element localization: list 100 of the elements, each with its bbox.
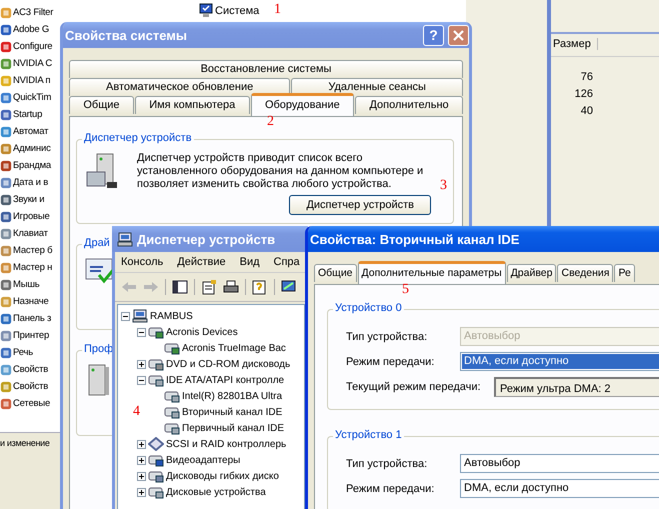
applet-item[interactable]: Дата и в [13, 177, 48, 188]
tree-item[interactable]: Первичный канал IDE [182, 422, 284, 434]
help-icon[interactable] [252, 280, 268, 294]
applet-item[interactable]: Сетевые [13, 398, 50, 409]
applet-item[interactable]: Клавиат [13, 228, 48, 239]
tree-item[interactable]: Дисководы гибких диско [166, 470, 279, 482]
computer-icon [132, 309, 148, 323]
driver-check-icon [85, 257, 115, 285]
field-label: Тип устройства: [346, 458, 428, 470]
applet-item[interactable]: Принтер [13, 330, 50, 341]
table-cell: 126 [574, 88, 593, 100]
computer-icon [197, 3, 213, 18]
menu-item[interactable]: Спра [274, 256, 300, 268]
applet-item[interactable]: QuickTim [13, 92, 52, 103]
applet-item[interactable]: Мышь [13, 279, 40, 290]
computer-icon [117, 232, 133, 246]
applet-item[interactable]: Configure [13, 41, 52, 52]
printer-icon[interactable] [223, 280, 239, 294]
tab[interactable]: Драйвер [506, 264, 556, 282]
window-title: Свойства системы [65, 28, 188, 42]
computer-tower-icon [85, 152, 119, 190]
device-manager-button[interactable]: Диспетчер устройств [289, 195, 431, 215]
field-label: Режим передачи: [346, 482, 436, 494]
group-title: Устройство 1 [333, 429, 404, 441]
tab[interactable]: Автоматическое обновление [69, 78, 290, 96]
expand-box[interactable] [137, 472, 146, 480]
tree-item[interactable]: SCSI и RAID контроллерь [166, 438, 286, 450]
annotation-number: 2 [267, 114, 274, 130]
applet-item[interactable]: Админис [13, 143, 51, 154]
applet-item[interactable]: Startup [13, 109, 42, 120]
tree-item[interactable]: Вторичный канал IDE [182, 406, 282, 418]
tab[interactable]: Дополнительные параметры [358, 261, 506, 284]
monitor-icon[interactable] [281, 280, 297, 294]
applet-item[interactable]: Свойств [13, 381, 48, 392]
tree-item[interactable]: Acronis Devices [166, 326, 238, 338]
panel-icon[interactable] [172, 280, 188, 294]
annotation-number: 3 [440, 178, 447, 194]
applet-item[interactable]: Свойств [13, 364, 48, 375]
controller-icon [164, 421, 180, 435]
expand-box[interactable] [137, 488, 146, 496]
column-header[interactable]: Размер [553, 38, 598, 50]
applet-item[interactable]: Мастер н [13, 262, 52, 273]
card-icon [164, 341, 180, 355]
tab[interactable]: Восстановление системы [69, 60, 463, 78]
applet-item[interactable]: Автомат [13, 126, 48, 137]
expand-box[interactable] [137, 456, 146, 464]
tab[interactable]: Дополнительно [355, 96, 463, 114]
collapse-box[interactable] [137, 376, 146, 384]
tree-item[interactable]: DVD и CD-ROM дисководь [166, 358, 290, 370]
applet-item[interactable]: NVIDIA п [13, 75, 50, 86]
applet-item[interactable]: NVIDIA C [13, 58, 52, 69]
applet-item[interactable]: Назначе [13, 296, 49, 307]
window-title: Свойства: Вторичный канал IDE [310, 232, 520, 246]
applet-item[interactable]: Игровые [13, 211, 50, 222]
collapse-box[interactable] [137, 328, 146, 336]
menu-item[interactable]: Консоль [121, 256, 164, 268]
applet-item[interactable]: Панель з [13, 313, 52, 324]
diamond-icon [148, 437, 164, 451]
applet-item[interactable]: AC3 Filter [13, 7, 54, 18]
tree-item[interactable]: Видеоадаптеры [166, 454, 240, 466]
tree-item[interactable]: Intel(R) 82801BA Ultra [182, 390, 282, 402]
field-label: Режим передачи: [346, 356, 436, 368]
dropdown[interactable]: DMA, если доступно [460, 479, 659, 498]
tab[interactable]: Ре [614, 264, 635, 282]
applet-item[interactable]: Adobe G [13, 24, 50, 35]
expand-box[interactable] [137, 360, 146, 368]
properties-icon[interactable] [201, 280, 217, 294]
group-title: Драй [82, 237, 112, 249]
tree-item[interactable]: IDE ATA/ATAPI контролле [166, 374, 284, 386]
controller-icon [148, 485, 164, 499]
dropdown[interactable]: DMA, если доступно [460, 352, 659, 371]
applet-item[interactable]: Речь [13, 347, 33, 358]
menu-item[interactable]: Действие [177, 256, 226, 268]
applet-item[interactable]: Брандма [13, 160, 52, 171]
annotation-number: 4 [133, 404, 140, 420]
close-icon [453, 30, 464, 40]
tree-item[interactable]: Дисковые устройства [166, 486, 266, 498]
readonly-field: Режим ультра DMA: 2 [494, 376, 659, 396]
tree-item[interactable]: RAMBUS [150, 310, 193, 322]
status-text: и изменение [0, 438, 50, 448]
controller-icon [164, 405, 180, 419]
field-label: Текущий режим передачи: [346, 380, 482, 392]
controller-icon [148, 373, 164, 387]
tab[interactable]: Общие [314, 264, 357, 282]
group-title: Устройство 0 [333, 302, 404, 314]
tab[interactable]: Сведения [557, 264, 614, 282]
menu-item[interactable]: Вид [240, 256, 260, 268]
controller-icon [164, 389, 180, 403]
applet-item[interactable]: Звуки и [13, 194, 44, 205]
dropdown[interactable]: Автовыбор [460, 454, 659, 473]
collapse-box[interactable] [121, 312, 130, 320]
tab[interactable]: Имя компьютера [134, 96, 250, 114]
tree-item[interactable]: Acronis TrueImage Bac [182, 342, 286, 354]
expand-box[interactable] [137, 440, 146, 448]
disc-drive-icon [148, 357, 164, 371]
applet-item[interactable]: Система [215, 4, 260, 16]
tab[interactable]: Оборудование [250, 93, 354, 116]
applet-item[interactable]: Мастер б [13, 245, 52, 256]
tab[interactable]: Общие [69, 96, 134, 114]
tab[interactable]: Удаленные сеансы [291, 78, 463, 96]
